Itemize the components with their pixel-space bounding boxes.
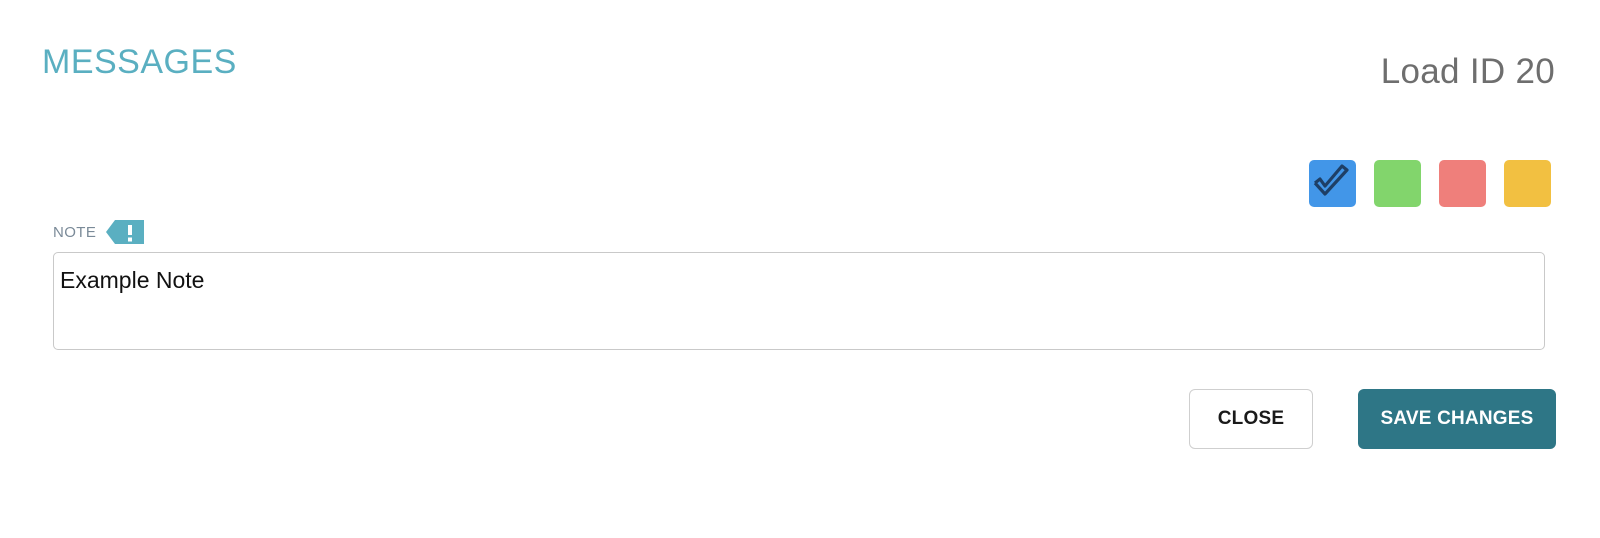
color-swatch-red[interactable] [1439, 160, 1486, 207]
color-swatch-yellow[interactable] [1504, 160, 1551, 207]
modal-title: MESSAGES [42, 43, 237, 81]
color-swatch-green[interactable] [1374, 160, 1421, 207]
close-button[interactable]: CLOSE [1189, 389, 1313, 449]
note-textarea[interactable]: Example Note [53, 252, 1545, 350]
save-changes-button[interactable]: SAVE CHANGES [1358, 389, 1556, 449]
note-label-row: NOTE [53, 218, 145, 246]
exclamation-flag-icon [106, 218, 145, 246]
load-id-label: Load ID 20 [1380, 52, 1555, 91]
color-swatch-blue[interactable] [1309, 160, 1356, 207]
note-label: NOTE [53, 223, 97, 241]
color-picker [1309, 160, 1551, 207]
checkmark-icon [1313, 164, 1349, 196]
